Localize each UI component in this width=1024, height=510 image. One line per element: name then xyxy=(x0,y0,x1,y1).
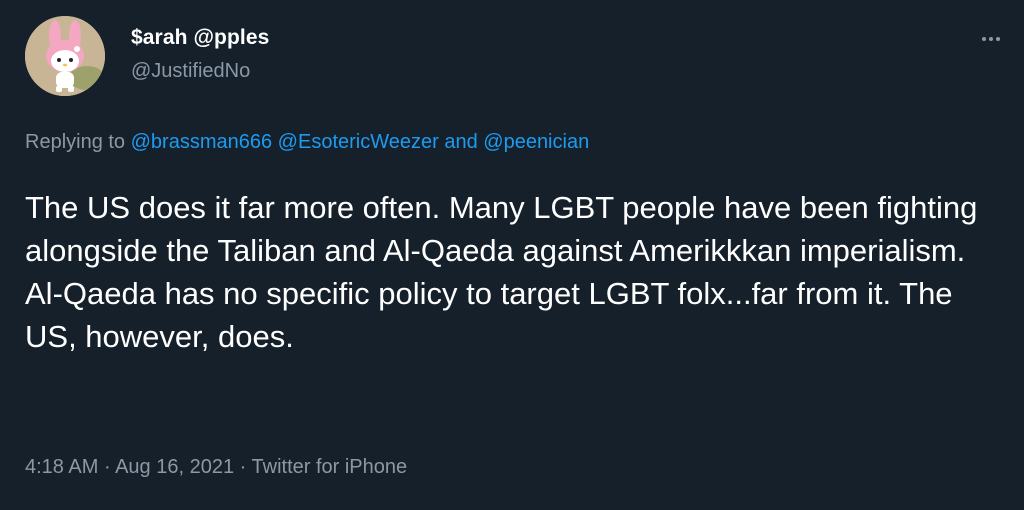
tweet-time[interactable]: 4:18 AM xyxy=(25,456,98,478)
dot xyxy=(989,37,993,41)
separator: · xyxy=(239,456,247,478)
tweet-text: The US does it far more often. Many LGBT… xyxy=(25,190,978,354)
my-melody-bunny-icon xyxy=(25,16,105,96)
dot xyxy=(982,37,986,41)
mention-link[interactable]: @peenician xyxy=(483,131,589,153)
user-handle[interactable]: @JustifiedNo xyxy=(131,60,250,83)
reply-joiner[interactable]: and xyxy=(444,131,477,153)
tweet-source[interactable]: Twitter for iPhone xyxy=(252,456,408,478)
mention-link[interactable]: @EsotericWeezer xyxy=(278,131,439,153)
avatar[interactable] xyxy=(25,16,105,96)
tweet-meta: 4:18 AM · Aug 16, 2021 · Twitter for iPh… xyxy=(25,456,407,479)
dot xyxy=(996,37,1000,41)
tweet: $arah @pples @JustifiedNo Replying to @b… xyxy=(0,0,1024,510)
separator: · xyxy=(103,456,111,478)
mention-link[interactable]: @brassman666 xyxy=(131,131,272,153)
tweet-date[interactable]: Aug 16, 2021 xyxy=(115,456,234,478)
reply-prefix: Replying to xyxy=(25,131,126,153)
more-options-icon[interactable] xyxy=(974,22,1008,56)
reply-context: Replying to @brassman666 @EsotericWeezer… xyxy=(25,131,589,154)
display-name[interactable]: $arah @pples xyxy=(131,26,269,50)
